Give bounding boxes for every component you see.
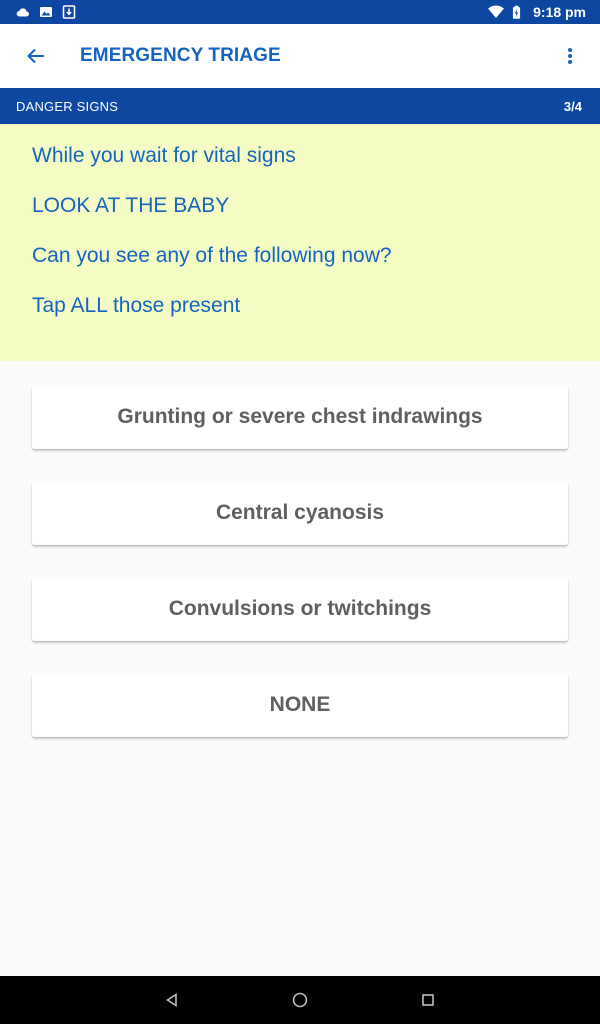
option-central-cyanosis-button[interactable]: Central cyanosis [32,481,568,545]
square-recents-icon [422,994,434,1006]
option-grunting-button[interactable]: Grunting or severe chest indrawings [32,385,568,449]
nav-back-button[interactable] [150,978,194,1022]
wifi-icon [488,5,505,18]
instruction-line: Can you see any of the following now? [32,244,392,267]
download-icon [62,5,76,19]
option-none-button[interactable]: NONE [32,673,568,737]
status-icons-right: 9:18 pm [488,4,586,20]
more-vertical-icon [568,48,572,64]
section-header: DANGER SIGNS 3/4 [0,88,600,124]
instruction-panel: While you wait for vital signs LOOK AT T… [0,124,600,361]
status-icons-left [16,5,76,19]
cloud-icon [16,8,29,17]
back-button[interactable] [8,28,64,84]
status-time: 9:18 pm [533,4,586,20]
app-bar: EMERGENCY TRIAGE [0,24,600,88]
option-list: Grunting or severe chest indrawings Cent… [32,385,568,769]
section-title: DANGER SIGNS [16,98,119,114]
overflow-menu-button[interactable] [550,32,590,80]
page-title: EMERGENCY TRIAGE [80,45,281,66]
image-icon [40,7,52,17]
option-convulsions-button[interactable]: Convulsions or twitchings [32,577,568,641]
triangle-back-icon [166,993,177,1007]
navigation-bar [0,976,600,1024]
section-progress: 3/4 [563,98,582,114]
circle-home-icon [292,992,308,1008]
status-bar: 9:18 pm [0,0,600,24]
instruction-line: Tap ALL those present [32,294,241,317]
battery-charging-icon [512,5,521,19]
nav-home-button[interactable] [278,978,322,1022]
nav-recents-button[interactable] [406,978,450,1022]
instruction-line: LOOK AT THE BABY [32,194,230,217]
instruction-line: While you wait for vital signs [32,144,296,167]
arrow-back-icon [27,48,44,64]
